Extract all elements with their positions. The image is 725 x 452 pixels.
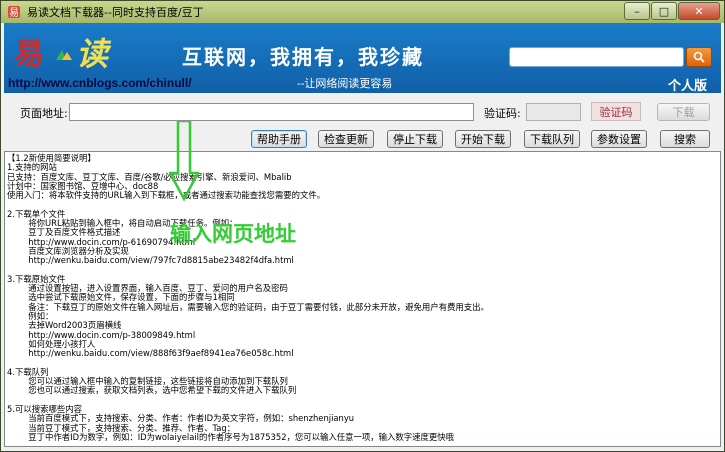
captcha-image[interactable]: 验证码 (591, 102, 641, 121)
svg-text:易: 易 (9, 7, 19, 19)
instruction-line (7, 396, 717, 405)
instruction-line: http://wenku.baidu.com/view/888f63f9aef8… (7, 348, 294, 359)
close-button[interactable]: ✕ (678, 2, 720, 20)
captcha-input[interactable] (526, 103, 581, 121)
logo-char-yi: 易 (14, 37, 44, 72)
search-icon (693, 51, 705, 63)
instruction-line (7, 200, 717, 209)
down-arrow-icon (169, 121, 199, 201)
header-banner: 易 读 http://www.cnblogs.com/chinull/ 互联网，… (4, 23, 721, 94)
settings-button[interactable]: 参数设置 (591, 130, 647, 148)
edition-label: 个人版 (668, 79, 708, 94)
help-manual-button[interactable]: 帮助手册 (251, 130, 307, 148)
instruction-line: 备注：下载豆丁的原始文件在输入网址后，需要输入您的验证码，由于豆丁需要付钱，此部… (7, 301, 489, 312)
search-button[interactable]: 搜索 (660, 130, 710, 148)
instructions-textarea[interactable]: 【1.2新使用简要说明】 1.支持的网站 已支持：百度文库、豆丁文库、百度/谷歌/必… (4, 151, 721, 447)
app-logo: 易 读 (14, 29, 124, 73)
maximize-button[interactable]: □ (651, 2, 677, 20)
instruction-line: 使用入门：将本软件支持的URL输入到下载框，或者通过搜索功能查找您需要的文件。 (7, 190, 326, 201)
stop-download-button[interactable]: 停止下载 (387, 130, 443, 148)
sub-slogan: --让网络阅读更容易 (297, 77, 393, 90)
slogan: 互联网，我拥有，我珍藏 (182, 45, 424, 69)
site-url-link[interactable]: http://www.cnblogs.com/chinull/ (8, 76, 192, 90)
logo-char-du: 读 (76, 35, 109, 73)
download-button[interactable]: 下载 (657, 103, 710, 121)
app-window: 易 易读文档下载器--同时支持百度/豆丁 – □ ✕ 易 读 http://ww… (0, 0, 725, 452)
instruction-line: 豆丁中作者ID为数字，例如：ID为wolaiyelail的作者序号为187535… (7, 431, 455, 442)
url-label: 页面地址: (20, 107, 68, 120)
start-download-button[interactable]: 开始下载 (455, 130, 511, 148)
check-update-button[interactable]: 检查更新 (318, 130, 374, 148)
overlay-annotation: 输入网页地址 (170, 222, 296, 246)
instruction-line (7, 266, 717, 275)
instruction-line: http://www.docin.com/p-38009849.html (7, 329, 196, 340)
instruction-line: 【1.2新使用简要说明】 (7, 153, 96, 163)
instruction-line (7, 359, 717, 368)
url-input[interactable] (69, 103, 474, 121)
logo-mark-icon (56, 50, 72, 60)
instructions-text: 【1.2新使用简要说明】 1.支持的网站 已支持：百度文库、豆丁文库、百度/谷歌/必… (7, 153, 717, 442)
instruction-line: 您也可以通过搜索，获取文档列表，选中您希望下载的文件进入下载队列 (7, 385, 297, 396)
title-bar[interactable]: 易 易读文档下载器--同时支持百度/豆丁 – □ ✕ (1, 1, 724, 23)
captcha-label: 验证码: (484, 107, 521, 120)
minimize-button[interactable]: – (624, 2, 650, 20)
banner-search-button[interactable] (686, 47, 712, 67)
download-queue-button[interactable]: 下载队列 (524, 130, 580, 148)
window-controls: – □ ✕ (624, 2, 720, 20)
app-icon: 易 (8, 6, 20, 19)
window-title: 易读文档下载器--同时支持百度/豆丁 (27, 6, 204, 19)
instruction-line: http://wenku.baidu.com/view/797fc7d8815a… (7, 255, 294, 266)
banner-search-input[interactable] (509, 47, 684, 67)
